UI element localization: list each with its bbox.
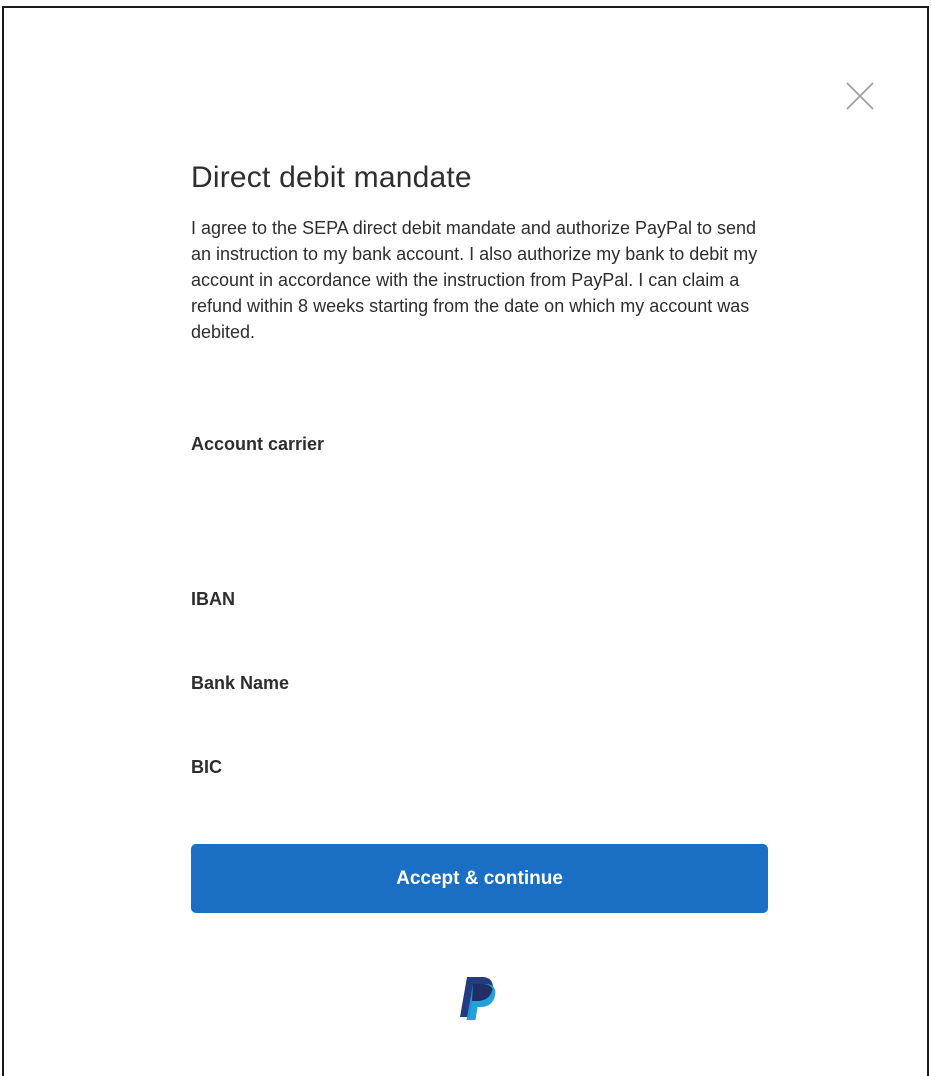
mandate-content: Direct debit mandate I agree to the SEPA…	[191, 155, 771, 345]
bic-label: BIC	[191, 757, 222, 777]
paypal-logo-icon	[457, 975, 497, 1023]
close-icon	[846, 82, 874, 110]
bank-name-label: Bank Name	[191, 673, 290, 693]
accept-continue-button[interactable]: Accept & continue	[191, 844, 768, 913]
iban-label: IBAN	[191, 589, 235, 609]
dialog-title: Direct debit mandate	[191, 161, 472, 194]
close-button[interactable]	[842, 78, 878, 114]
mandate-description: I agree to the SEPA direct debit mandate…	[191, 218, 758, 342]
account-carrier-label: Account carrier	[191, 434, 325, 454]
